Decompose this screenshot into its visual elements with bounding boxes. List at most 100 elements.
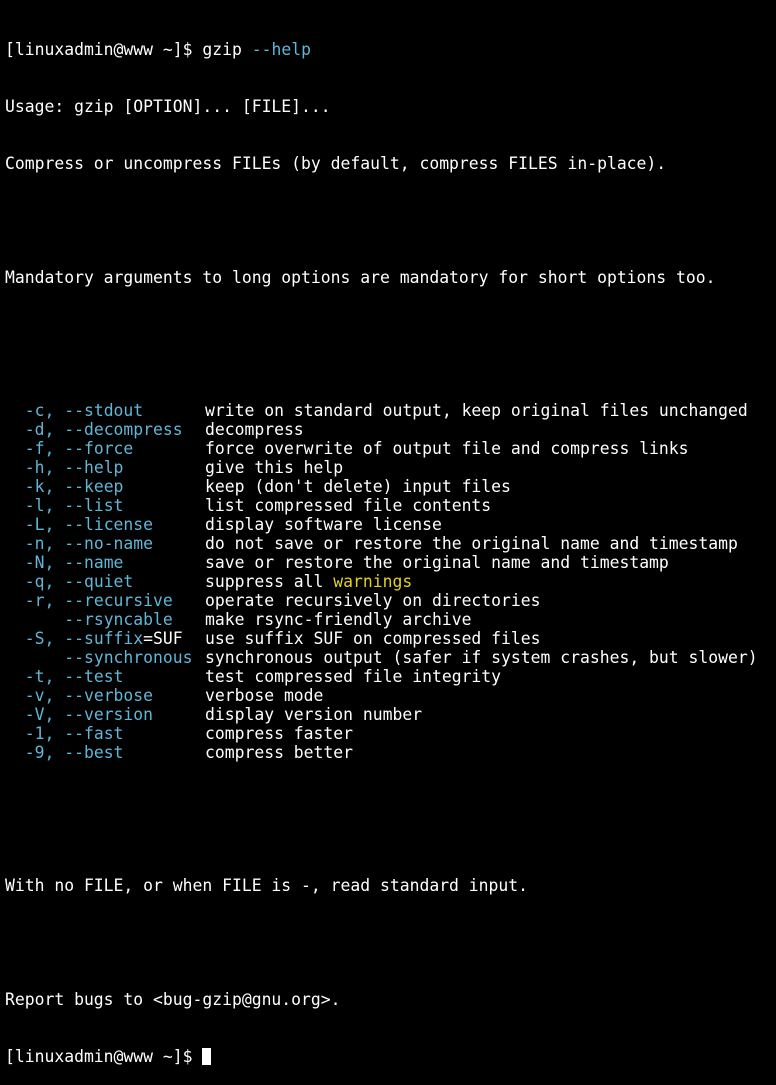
option-long-flag: --best [64,743,124,762]
option-row: -r, --recursive operate recursively on di… [5,591,776,610]
shell-prompt: [linuxadmin@www ~]$ [5,40,203,59]
option-long-flag: --rsyncable [64,610,173,629]
option-description: suppress all warnings [205,572,412,591]
command-name: gzip [202,40,242,59]
option-description-text: do not save or restore the original name… [205,534,738,553]
option-long-flag: --list [64,496,124,515]
option-row: -L, --license display software license [5,515,776,534]
shell-prompt: [linuxadmin@www ~]$ [5,1047,203,1066]
option-short-flag: -9, [5,743,65,762]
next-prompt-line: [linuxadmin@www ~]$ [5,1047,776,1066]
option-short-flag: -n, [5,534,65,553]
option-row: -V, --version display version number [5,705,776,724]
option-description: decompress [205,420,304,439]
option-flags: -f, --force [5,439,205,458]
option-short-flag: -L, [5,515,65,534]
option-row: -d, --decompress decompress [5,420,776,439]
option-description-text: verbose mode [205,686,324,705]
option-description: make rsync-friendly archive [205,610,471,629]
option-row: -f, --force force overwrite of output fil… [5,439,776,458]
option-long-flag: --verbose [64,686,154,705]
option-short-flag: -v, [5,686,65,705]
option-description-text: test compressed file integrity [205,667,502,686]
option-description-text: list compressed file contents [205,496,492,515]
option-description-text: write on standard output, keep original … [205,401,748,420]
option-row: -1, --fast compress faster [5,724,776,743]
option-row: -n, --no-name do not save or restore the … [5,534,776,553]
option-short-flag [5,610,64,629]
option-long-flag: --version [64,705,154,724]
option-flags: -n, --no-name [5,534,205,553]
options-list: -c, --stdout write on standard output, ke… [5,401,776,762]
option-description: give this help [205,458,343,477]
option-flags: -L, --license [5,515,205,534]
option-long-flag: --stdout [64,401,144,420]
option-short-flag: -c, [5,401,65,420]
option-description-text: keep (don't delete) input files [205,477,511,496]
option-long-flag: --no-name [64,534,154,553]
option-description: display software license [205,515,442,534]
option-flags: -S, --suffix=SUF [5,629,205,648]
option-description: test compressed file integrity [205,667,501,686]
option-short-flag: -t, [5,667,65,686]
option-flags: -c, --stdout [5,401,205,420]
option-description-text: give this help [205,458,344,477]
command-line: [linuxadmin@www ~]$ gzip --help [5,40,776,59]
option-description-text: suppress all [205,572,334,591]
option-short-flag: -S, [5,629,65,648]
option-short-flag [5,648,64,667]
option-long-flag: --fast [64,724,124,743]
option-short-flag: -r, [5,591,65,610]
option-description-text: compress better [205,743,354,762]
option-row: -l, --list list compressed file contents [5,496,776,515]
option-short-flag: -k, [5,477,65,496]
option-long-flag: --license [64,515,154,534]
option-flags: --rsyncable [5,610,205,629]
option-flags: -t, --test [5,667,205,686]
option-description-text: force overwrite of output file and compr… [205,439,689,458]
option-flags: --synchronous [5,648,205,667]
option-long-flag: --synchronous [64,648,193,667]
option-flags: -1, --fast [5,724,205,743]
terminal-output[interactable]: [linuxadmin@www ~]$ gzip --help Usage: g… [5,2,776,1085]
option-short-flag: -h, [5,458,65,477]
option-description-text: compress faster [205,724,354,743]
description-line: Compress or uncompress FILEs (by default… [5,154,667,173]
option-row: -v, --verbose verbose mode [5,686,776,705]
option-description: display version number [205,705,422,724]
option-description: verbose mode [205,686,323,705]
option-description-text: display version number [205,705,423,724]
option-description: operate recursively on directories [205,591,541,610]
option-long-flag: --keep [64,477,124,496]
option-row: -S, --suffix=SUF use suffix SUF on compre… [5,629,776,648]
option-long-flag: --force [64,439,134,458]
option-flags: -h, --help [5,458,205,477]
option-description: compress better [205,743,353,762]
option-flags: -r, --recursive [5,591,205,610]
option-short-flag: -f, [5,439,65,458]
option-flags: -l, --list [5,496,205,515]
option-description-text: use suffix SUF on compressed files [205,629,541,648]
option-argument: =SUF [143,629,183,648]
option-description: do not save or restore the original name… [205,534,738,553]
option-description: force overwrite of output file and compr… [205,439,689,458]
option-short-flag: -V, [5,705,65,724]
option-description-text: display software license [205,515,442,534]
option-short-flag: -q, [5,572,65,591]
option-description: use suffix SUF on compressed files [205,629,541,648]
option-long-flag: --decompress [64,420,183,439]
option-row: --synchronous synchronous output (safer i… [5,648,776,667]
option-row: -t, --test test compressed file integrity [5,667,776,686]
option-description: write on standard output, keep original … [205,401,748,420]
option-flags: -q, --quiet [5,572,205,591]
option-description-text: operate recursively on directories [205,591,541,610]
option-long-flag: --quiet [64,572,134,591]
option-row: --rsyncable make rsync-friendly archive [5,610,776,629]
option-long-flag: --suffix [64,629,144,648]
option-flags: -9, --best [5,743,205,762]
option-short-flag: -d, [5,420,65,439]
